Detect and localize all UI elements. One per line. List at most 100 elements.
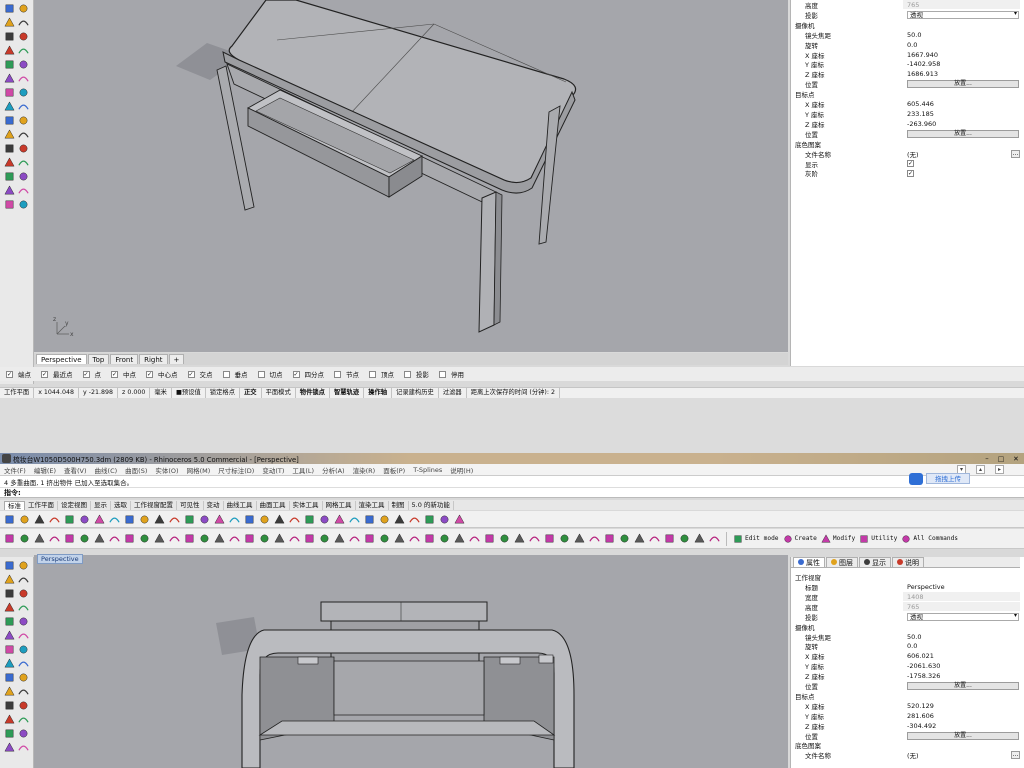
material-icon[interactable] xyxy=(409,514,420,525)
menu-item-5[interactable]: 实体(O) xyxy=(155,465,178,475)
render-icon[interactable] xyxy=(394,513,405,525)
osnap-3[interactable]: ✓ 中点 xyxy=(111,369,141,379)
cylinder-icon[interactable] xyxy=(4,73,15,84)
tsplines-menu-3[interactable]: Utility xyxy=(859,534,897,544)
tsplines-tool-icon[interactable] xyxy=(289,533,300,544)
menu-item-6[interactable]: 网格(M) xyxy=(187,465,211,475)
place-button[interactable]: 放置... xyxy=(907,80,1019,89)
property-value[interactable]: (无)… xyxy=(903,751,1020,760)
print-icon[interactable] xyxy=(49,514,60,525)
tsplines-tool-icon[interactable] xyxy=(349,533,360,544)
fillet-icon[interactable] xyxy=(4,87,15,98)
render-icon[interactable] xyxy=(18,700,29,711)
property-value[interactable]: 放置... xyxy=(903,681,1020,690)
menu-item-12[interactable]: 面板(P) xyxy=(383,465,405,475)
tsplines-tool-icon[interactable] xyxy=(19,533,30,544)
split-icon[interactable] xyxy=(18,658,29,669)
panel-tab-2[interactable]: 显示 xyxy=(859,557,891,567)
curve-icon[interactable] xyxy=(18,602,29,613)
osnap-checkbox[interactable] xyxy=(222,370,230,378)
osnap-11[interactable]: 投影 xyxy=(404,369,434,379)
tsplines-tool-icon[interactable] xyxy=(409,533,420,544)
property-value[interactable]: -263.960 xyxy=(903,119,1020,128)
osnap-checkbox[interactable] xyxy=(334,370,341,378)
polyline-icon[interactable] xyxy=(4,17,15,28)
tsplines-tool-icon[interactable] xyxy=(559,533,570,544)
save-icon[interactable] xyxy=(34,513,45,525)
tsplines-tool-icon[interactable] xyxy=(124,533,135,544)
polyline-icon[interactable] xyxy=(4,199,15,210)
tsplines-tool-icon[interactable] xyxy=(4,533,15,544)
undo-icon[interactable] xyxy=(124,514,135,525)
ellipse-icon[interactable] xyxy=(4,602,15,613)
toolbar-group-tab-5[interactable]: 工作视窗配置 xyxy=(131,501,177,510)
toolbar-group-tab-10[interactable]: 实体工具 xyxy=(290,501,323,510)
panel-arrow-icon[interactable]: ▴ xyxy=(976,465,985,474)
projection-dropdown[interactable]: 透视 xyxy=(907,10,1019,19)
menu-item-10[interactable]: 分析(A) xyxy=(322,465,345,475)
osnap-checkbox[interactable]: ✓ xyxy=(41,370,48,378)
menu-item-0[interactable]: 文件(F) xyxy=(4,465,26,475)
tsplines-tool-icon[interactable] xyxy=(649,533,660,544)
status-item-7[interactable]: 正交 xyxy=(240,388,262,398)
maximize-button[interactable]: □ xyxy=(994,455,1008,463)
tsplines-tool-icon[interactable] xyxy=(244,533,255,544)
tsplines-tool-icon[interactable] xyxy=(169,533,180,544)
viewport-tab-perspective[interactable]: Perspective xyxy=(36,354,87,364)
tsplines-tool-icon[interactable] xyxy=(79,533,90,544)
cut-icon[interactable] xyxy=(79,514,90,525)
tsplines-tool-icon[interactable] xyxy=(544,533,555,544)
tsplines-tool-icon[interactable] xyxy=(274,533,285,544)
zoom-selected-icon[interactable] xyxy=(214,513,225,525)
surface-icon[interactable] xyxy=(4,616,15,627)
property-value[interactable]: (无)… xyxy=(903,149,1020,159)
property-checkbox[interactable]: ✓ xyxy=(907,169,914,177)
fillet-icon[interactable] xyxy=(4,644,15,655)
hide-icon[interactable] xyxy=(319,514,330,525)
properties-icon[interactable] xyxy=(349,514,360,525)
osnap-6[interactable]: 垂点 xyxy=(222,369,253,379)
toolbar-group-tab-8[interactable]: 曲线工具 xyxy=(224,501,257,510)
osnap-12[interactable]: 停用 xyxy=(439,369,469,379)
copy-icon[interactable] xyxy=(94,513,105,525)
osnap-1[interactable]: ✓ 最近点 xyxy=(41,369,78,379)
check-icon[interactable] xyxy=(18,714,29,725)
panel-tab-0[interactable]: 属性 xyxy=(793,557,825,567)
tsplines-tool-icon[interactable] xyxy=(454,533,465,544)
osnap-10[interactable]: 顶点 xyxy=(369,369,399,379)
status-item-8[interactable]: 平面模式 xyxy=(262,388,296,398)
osnap-7[interactable]: 切点 xyxy=(257,369,288,379)
toolbar-group-tab-4[interactable]: 选取 xyxy=(111,501,131,510)
options-icon[interactable] xyxy=(439,514,450,525)
tsplines-tool-icon[interactable] xyxy=(199,533,210,544)
tsplines-tool-icon[interactable] xyxy=(154,533,165,544)
osnap-checkbox[interactable]: ✓ xyxy=(6,370,13,378)
trim-icon[interactable] xyxy=(4,101,15,112)
place-button[interactable]: 放置... xyxy=(907,129,1019,138)
mesh-icon[interactable] xyxy=(4,143,15,154)
grid-icon[interactable] xyxy=(4,157,15,168)
osnap-checkbox[interactable]: ✓ xyxy=(292,370,300,378)
tsplines-tool-icon[interactable] xyxy=(109,533,120,544)
dimension-icon[interactable] xyxy=(18,115,29,126)
tsplines-tool-icon[interactable] xyxy=(589,533,600,544)
paint-icon[interactable] xyxy=(18,171,29,182)
camera-icon[interactable] xyxy=(259,514,270,525)
osnap-checkbox[interactable]: ✓ xyxy=(146,370,153,378)
text-icon[interactable] xyxy=(4,672,15,683)
arc-icon[interactable] xyxy=(4,31,15,42)
light-icon[interactable] xyxy=(4,728,15,739)
viewport-tab-add[interactable]: + xyxy=(168,354,185,364)
tsplines-tool-icon[interactable] xyxy=(379,533,390,544)
property-value[interactable]: 0.0 xyxy=(903,642,1020,651)
property-value[interactable]: 1686.913 xyxy=(903,70,1020,79)
tsplines-tool-icon[interactable] xyxy=(94,533,105,544)
osnap-checkbox[interactable] xyxy=(369,370,376,378)
toolbar-group-tab-6[interactable]: 可见性 xyxy=(177,501,204,510)
tsplines-tool-icon[interactable] xyxy=(664,533,675,544)
point-icon[interactable] xyxy=(18,560,29,571)
property-value[interactable]: 1667.940 xyxy=(903,50,1020,59)
property-value[interactable]: 606.021 xyxy=(903,652,1020,661)
osnap-4[interactable]: ✓ 中心点 xyxy=(146,369,183,379)
zoom-window-icon[interactable] xyxy=(184,514,195,525)
